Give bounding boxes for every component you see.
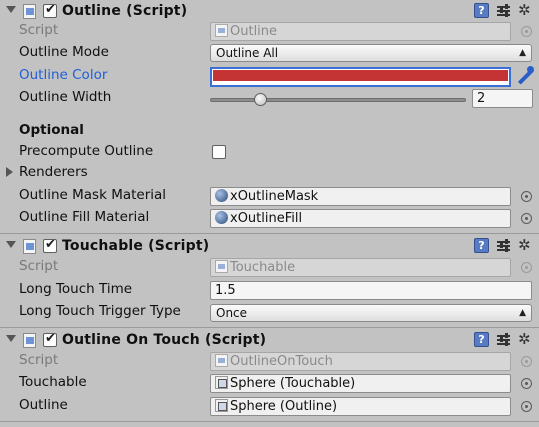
script-field: Touchable xyxy=(210,258,511,277)
foldout-arrow-icon[interactable] xyxy=(6,241,16,248)
script-label: Script xyxy=(19,22,59,38)
component-separator xyxy=(0,421,539,422)
outline-reference-field[interactable]: Sphere (Outline) xyxy=(210,397,511,416)
gear-icon[interactable]: ✲ xyxy=(518,236,531,254)
script-label: Script xyxy=(19,352,59,368)
optional-heading: Optional xyxy=(19,122,84,138)
checkmark-icon: ✔ xyxy=(45,2,56,17)
script-icon xyxy=(23,333,36,348)
outline-color-field[interactable] xyxy=(210,67,511,87)
outline-on-touch-enabled-checkbox[interactable]: ✔ xyxy=(43,331,57,347)
foldout-arrow-icon[interactable] xyxy=(6,335,16,342)
object-picker-icon[interactable] xyxy=(521,401,532,412)
outline-reference-value: Sphere (Outline) xyxy=(230,399,338,414)
touchable-enabled-checkbox[interactable]: ✔ xyxy=(43,237,57,253)
outline-width-input[interactable]: 2 xyxy=(472,89,533,108)
long-touch-time-label: Long Touch Time xyxy=(19,281,133,297)
outline-mode-label: Outline Mode xyxy=(19,44,109,60)
script-icon xyxy=(23,239,36,254)
gear-icon[interactable]: ✲ xyxy=(518,330,531,348)
renderers-label[interactable]: Renderers xyxy=(19,164,88,180)
outline-mask-material-label: Outline Mask Material xyxy=(19,187,167,203)
script-icon xyxy=(215,260,228,273)
checkmark-icon: ✔ xyxy=(45,331,56,346)
touchable-reference-value: Sphere (Touchable) xyxy=(230,376,356,391)
alpha-bar xyxy=(213,82,508,84)
renderers-foldout-icon[interactable] xyxy=(6,167,13,177)
checkmark-icon: ✔ xyxy=(45,237,56,252)
script-field: OutlineOnTouch xyxy=(210,352,511,371)
script-component-icon xyxy=(215,376,228,389)
touchable-label: Touchable xyxy=(19,374,87,390)
outline-mode-value: Outline All xyxy=(216,46,279,60)
touchable-reference-field[interactable]: Sphere (Touchable) xyxy=(210,374,511,393)
component-title: Outline On Touch (Script) xyxy=(62,332,267,348)
gear-icon[interactable]: ✲ xyxy=(518,1,531,19)
script-icon xyxy=(215,24,228,37)
component-title: Outline (Script) xyxy=(62,3,188,19)
color-swatch xyxy=(213,70,508,81)
object-picker-icon xyxy=(521,26,532,37)
precompute-outline-checkbox[interactable] xyxy=(212,145,226,159)
dropdown-arrows-icon: ▲ xyxy=(519,308,526,318)
outline-mode-dropdown[interactable]: Outline All ▲ xyxy=(210,44,532,62)
outline-fill-material-label: Outline Fill Material xyxy=(19,209,150,225)
preset-icon[interactable] xyxy=(497,239,510,253)
preset-icon[interactable] xyxy=(497,333,510,347)
outline-label: Outline xyxy=(19,397,68,413)
material-sphere-icon xyxy=(215,211,228,224)
script-value: OutlineOnTouch xyxy=(230,354,333,369)
precompute-outline-label: Precompute Outline xyxy=(19,143,154,159)
script-component-icon xyxy=(215,399,228,412)
outline-width-slider-thumb[interactable] xyxy=(254,93,268,106)
long-touch-trigger-type-label: Long Touch Trigger Type xyxy=(19,303,181,319)
help-icon[interactable]: ? xyxy=(474,3,489,18)
script-value: Outline xyxy=(230,24,278,39)
component-title: Touchable (Script) xyxy=(62,238,210,254)
outline-enabled-checkbox[interactable]: ✔ xyxy=(43,2,57,18)
material-sphere-icon xyxy=(215,189,228,202)
preset-icon[interactable] xyxy=(497,4,510,18)
component-separator xyxy=(0,233,539,234)
outline-fill-material-value: xOutlineFill xyxy=(230,211,303,226)
script-icon xyxy=(23,4,36,19)
touchable-component-header[interactable]: ✔ Touchable (Script) ? ✲ xyxy=(0,235,539,258)
help-icon[interactable]: ? xyxy=(474,238,489,253)
outline-mask-material-field[interactable]: xOutlineMask xyxy=(210,187,511,206)
outline-on-touch-component-header[interactable]: ✔ Outline On Touch (Script) ? ✲ xyxy=(0,329,539,352)
object-picker-icon xyxy=(521,356,532,367)
object-picker-icon[interactable] xyxy=(521,378,532,389)
script-icon xyxy=(215,354,228,367)
script-value: Touchable xyxy=(230,260,296,275)
outline-component-header[interactable]: ✔ Outline (Script) ? ✲ xyxy=(0,0,539,23)
outline-width-label: Outline Width xyxy=(19,89,112,105)
component-separator xyxy=(0,327,539,328)
object-picker-icon[interactable] xyxy=(521,213,532,224)
eyedropper-icon[interactable] xyxy=(515,66,535,86)
object-picker-icon[interactable] xyxy=(521,191,532,202)
script-label: Script xyxy=(19,258,59,274)
script-field: Outline xyxy=(210,22,511,41)
dropdown-arrows-icon: ▲ xyxy=(519,48,526,58)
outline-width-slider-track[interactable] xyxy=(210,98,466,102)
outline-color-label: Outline Color xyxy=(19,67,108,83)
trigger-type-value: Once xyxy=(216,306,248,320)
long-touch-trigger-type-dropdown[interactable]: Once ▲ xyxy=(210,304,532,322)
outline-fill-material-field[interactable]: xOutlineFill xyxy=(210,209,511,228)
object-picker-icon xyxy=(521,262,532,273)
outline-mask-material-value: xOutlineMask xyxy=(230,189,319,204)
help-icon[interactable]: ? xyxy=(474,332,489,347)
long-touch-time-input[interactable]: 1.5 xyxy=(210,281,532,300)
foldout-arrow-icon[interactable] xyxy=(6,6,16,13)
